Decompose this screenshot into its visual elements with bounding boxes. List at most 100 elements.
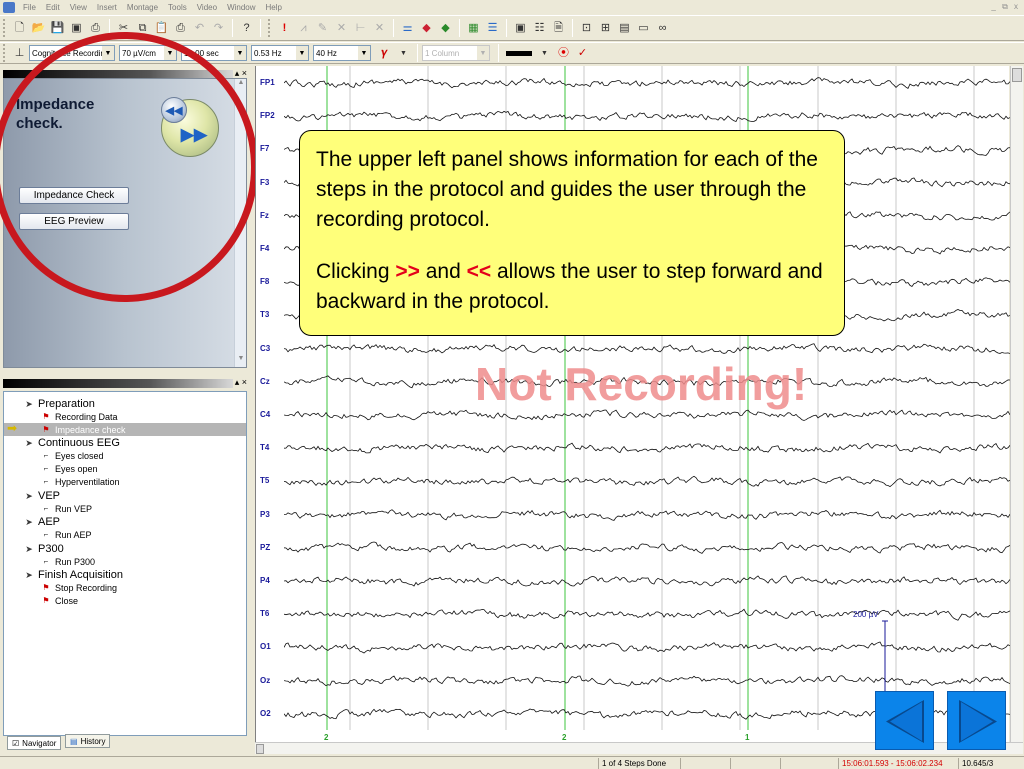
print-icon[interactable]: ⎙ [88, 21, 103, 36]
tree-item[interactable]: ⌐ Run P300 [4, 555, 246, 568]
scroll-up-icon[interactable]: ▲ [235, 79, 247, 91]
menu-tools[interactable]: Tools [163, 3, 192, 12]
tree-item[interactable]: ➤ Continuous EEG [4, 436, 246, 449]
history-icon: ▤ [70, 736, 78, 746]
channels-icon[interactable]: ▦ [466, 21, 481, 36]
tree-item[interactable]: ➤ VEP [4, 489, 246, 502]
step-forward-icon[interactable]: ▶▶ [177, 120, 211, 150]
event-marker-label: 1 [745, 733, 750, 742]
menu-video[interactable]: Video [192, 3, 222, 12]
menu-file[interactable]: File [18, 3, 41, 12]
tree-item[interactable]: ⌐ Hyperventilation [4, 475, 246, 488]
scroll-thumb[interactable] [256, 744, 264, 754]
notch-icon[interactable]: ◆ [438, 21, 453, 36]
task-icon: ⌐ [43, 476, 49, 486]
panel-controls[interactable]: ▴ × [232, 377, 249, 388]
delete-icon[interactable]: ✕ [372, 21, 387, 36]
tree-item[interactable]: ➤ AEP [4, 515, 246, 528]
tree-item[interactable]: ⌐ Run AEP [4, 528, 246, 541]
menu-help[interactable]: Help [261, 3, 287, 12]
help-icon[interactable]: ? [239, 21, 254, 36]
previous-slide-button[interactable] [875, 691, 934, 750]
chevron-down-icon[interactable]: ▼ [396, 46, 411, 61]
main-toolbar: 🗋 📂 💾 ▣ ⎙ ✂ ⧉ 📋 ⎙ ↶ ↷ ? ! ⩘ ✎ ✕ ⊢ ✕ ⚌ ◆ … [0, 15, 1024, 41]
paste-icon[interactable]: 📋 [154, 21, 169, 36]
info-icon[interactable]: ▤ [617, 21, 632, 36]
status-cell [680, 758, 730, 769]
next-slide-button[interactable] [947, 691, 1006, 750]
tab-navigator[interactable]: ☑ Navigator [7, 736, 62, 750]
tree-item[interactable]: ⌐ Eyes open [4, 462, 246, 475]
sensitivity-select[interactable]: 70 µV/cm ▼ [119, 45, 177, 61]
checkmark-icon[interactable]: ✓ [575, 46, 590, 61]
tree-item[interactable]: ➤ Preparation [4, 397, 246, 410]
trace-color-swatch[interactable] [506, 50, 532, 56]
tree-item[interactable]: ⌐ Eyes closed [4, 449, 246, 462]
menu-montage[interactable]: Montage [122, 3, 163, 12]
channel-labels: FP1 FP2 F7 F3 Fz F4 F8 T3 C3 Cz C4 T4 T5 P3 PZ P4 T6 O1 Oz… [256, 66, 284, 742]
montage-icon[interactable]: ⚌ [400, 21, 415, 36]
vertical-scrollbar[interactable] [1010, 66, 1023, 742]
chevron-down-icon: ▼ [102, 46, 114, 60]
channel-label: T4 [260, 443, 270, 453]
tree-item[interactable]: ➤ Finish Acquisition [4, 568, 246, 581]
timebase-select[interactable]: 10.00 sec ▼ [181, 45, 247, 61]
tree-item[interactable]: ➤ P300 [4, 542, 246, 555]
tree-item[interactable]: ⌐ Run VEP [4, 502, 246, 515]
tree-item[interactable]: ⚑ Close [4, 594, 246, 607]
highcut-select[interactable]: 40 Hz ▼ [313, 45, 371, 61]
menu-edit[interactable]: Edit [41, 3, 65, 12]
channel-label: O2 [260, 708, 271, 718]
tree-item[interactable]: ⚑ Recording Data [4, 410, 246, 423]
channel-label: O1 [260, 642, 271, 652]
scroll-down-icon[interactable]: ▼ [235, 355, 247, 367]
channel-label: C3 [260, 343, 271, 353]
tree-item-selected[interactable]: ⚑ Impedance check [4, 423, 246, 436]
save-icon[interactable]: 💾 [50, 21, 65, 36]
glasses-icon[interactable]: ∞ [655, 21, 670, 36]
cut-icon[interactable]: ✂ [116, 21, 131, 36]
step-panel-scrollbar[interactable]: ▲ ▼ [234, 79, 246, 367]
toolbar-grip[interactable] [3, 19, 7, 37]
camera-icon[interactable]: ▣ [513, 21, 528, 36]
tile-icon[interactable]: ⊞ [598, 21, 613, 36]
window-controls[interactable]: _ ⧉ x [991, 2, 1024, 12]
impedance-check-button[interactable]: Impedance Check [19, 187, 129, 204]
menu-view[interactable]: View [65, 3, 92, 12]
artifact-icon[interactable]: ✕ [334, 21, 349, 36]
spike-icon[interactable]: ⩘ [296, 21, 311, 36]
undo-icon[interactable]: ↶ [192, 21, 207, 36]
event-marker-icon[interactable]: ! [277, 21, 292, 36]
tab-history[interactable]: ▤ History [65, 734, 111, 748]
chevron-down-icon[interactable]: ▼ [537, 46, 552, 61]
range-icon[interactable]: ⊢ [353, 21, 368, 36]
open-icon[interactable]: 📂 [31, 21, 46, 36]
new-icon[interactable]: 🗋 [12, 21, 27, 36]
tree-item[interactable]: ⚑ Stop Recording [4, 581, 246, 594]
scroll-thumb[interactable] [1012, 68, 1022, 82]
copy-icon[interactable]: ⧉ [135, 21, 150, 36]
fullscreen-icon[interactable]: ⊡ [579, 21, 594, 36]
menu-window[interactable]: Window [222, 3, 260, 12]
save-all-icon[interactable]: ▣ [69, 21, 84, 36]
montage-select[interactable]: Cognitrace Recordin ▼ [29, 45, 115, 61]
back-symbol: << [466, 260, 492, 283]
print-preview-icon[interactable]: ⎙ [173, 21, 188, 36]
report-icon[interactable]: 🗎 [551, 21, 566, 36]
notch-filter-icon[interactable]: 𝛾 [377, 46, 392, 61]
channel-label: T3 [260, 310, 270, 320]
lowcut-select[interactable]: 0.53 Hz ▼ [251, 45, 309, 61]
list-icon[interactable]: ☷ [532, 21, 547, 36]
window-icon[interactable]: ▭ [636, 21, 651, 36]
menu-insert[interactable]: Insert [92, 3, 122, 12]
filter-icon[interactable]: ◆ [419, 21, 434, 36]
record-icon[interactable]: ⦿ [556, 46, 571, 61]
pen-icon[interactable]: ✎ [315, 21, 330, 36]
eeg-preview-button[interactable]: EEG Preview [19, 213, 129, 230]
eeg-trace [284, 77, 1010, 89]
columns-select[interactable]: 1 Column ▼ [422, 45, 490, 61]
layout-icon[interactable]: ☰ [485, 21, 500, 36]
pin-icon[interactable]: ⊥ [12, 46, 27, 61]
eeg-trace [284, 541, 1010, 554]
redo-icon[interactable]: ↷ [211, 21, 226, 36]
